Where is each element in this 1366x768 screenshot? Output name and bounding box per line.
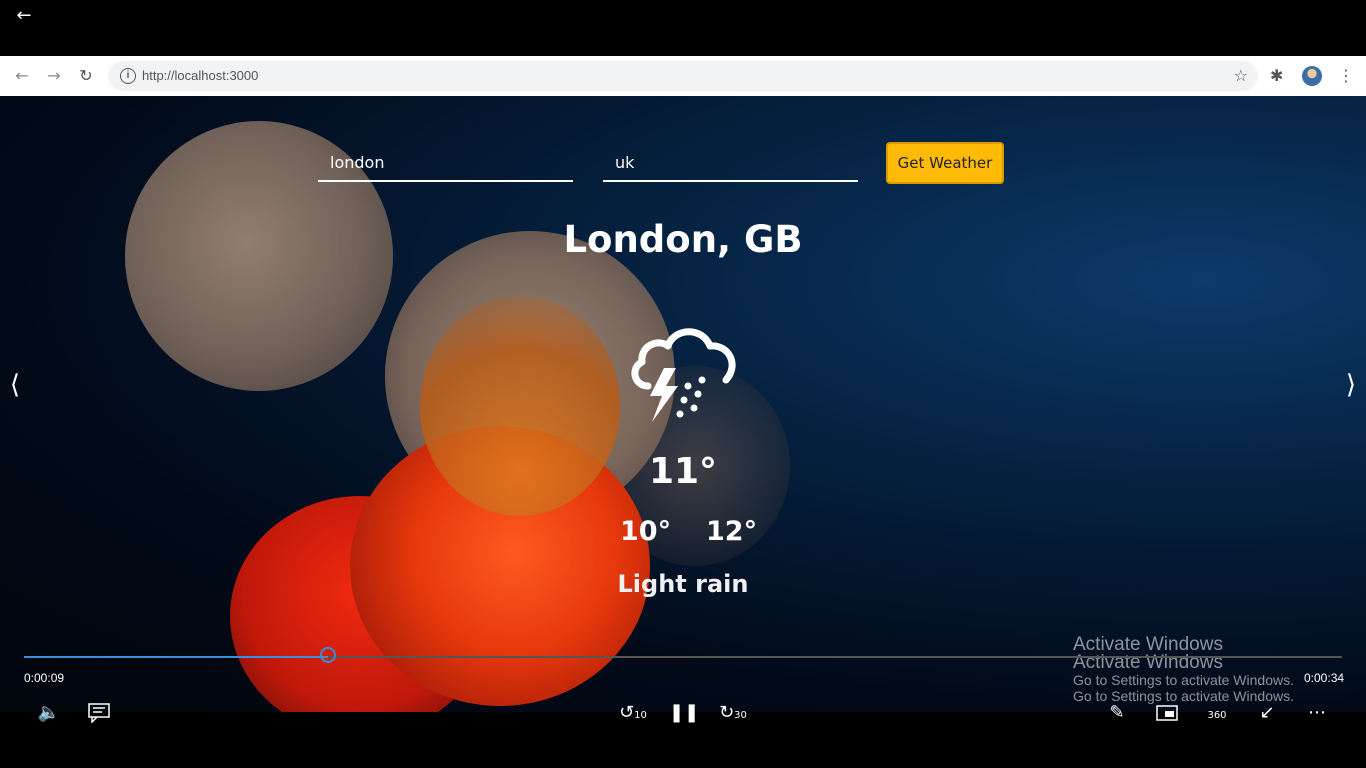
exit-fullscreen-icon: ↙ [1259,702,1275,723]
seek-bar[interactable] [24,647,1342,663]
activate-windows-watermark: Activate Windows Activate Windows Go to … [1073,635,1294,704]
rewind-icon: ↺ [619,702,635,723]
forward-seconds: 30 [734,710,747,721]
max-temperature: 12° [706,516,758,547]
view-360-button[interactable]: 360 [1203,700,1231,726]
chevron-right-icon: ⟩ [1345,370,1357,400]
mini-view-icon [1156,705,1178,721]
country-input[interactable] [603,146,858,178]
current-temperature: 11° [648,451,718,492]
pause-button[interactable]: ❚❚ [669,700,700,726]
extensions-puzzle-icon[interactable]: ✱ [1270,66,1283,85]
rewind-button[interactable]: ↺10 [619,700,647,726]
player-top-bar: ← [0,0,1366,56]
thunderstorm-rain-icon [631,328,736,422]
country-field[interactable] [603,146,858,182]
view-360-label: 360 [1207,710,1227,721]
weather-description: Light rain [617,570,749,598]
info-icon[interactable]: i [120,68,136,84]
address-bar[interactable]: i http://localhost:3000 ☆ [108,61,1258,91]
captions-button[interactable] [85,700,113,726]
current-time: 0:00:09 [24,671,65,685]
min-temperature: 10° [620,516,672,547]
browser-forward-button[interactable]: → [44,66,64,86]
more-dots-icon: ⋯ [1308,702,1326,723]
location-title: London, GB [563,218,803,261]
volume-button[interactable]: 🔈 [35,700,63,726]
tab-indicator [945,56,1110,59]
rewind-seconds: 10 [634,710,647,721]
forward-icon: ↻ [719,702,735,723]
edit-button[interactable]: ✎ [1103,700,1131,726]
more-options-button[interactable]: ⋯ [1303,700,1331,726]
captions-icon [88,703,110,724]
back-button[interactable]: ← [12,4,36,28]
speaker-icon: 🔈 [37,702,61,723]
reload-button[interactable]: ↻ [76,66,96,86]
reload-icon: ↻ [79,66,93,85]
watermark-subtitle: Go to Settings to activate Windows. [1073,672,1294,688]
pencil-icon: ✎ [1109,702,1125,723]
city-field[interactable] [318,146,573,182]
get-weather-button[interactable]: Get Weather [886,142,1004,184]
browser-toolbar: ← → ↻ i http://localhost:3000 ☆ [0,56,1366,96]
bookmark-star-icon[interactable]: ☆ [1234,66,1248,85]
browser-menu-button[interactable]: ⋮ [1338,66,1354,85]
browser-back-button[interactable]: ← [12,66,32,86]
seek-progress [24,656,329,658]
url-text[interactable]: http://localhost:3000 [142,68,258,83]
weather-app-page: Get Weather London, GB 11° 10° 12° Light… [0,96,1366,712]
profile-avatar[interactable] [1302,66,1322,86]
mini-view-button[interactable] [1153,700,1181,726]
forward-button[interactable]: ↻30 [719,700,747,726]
arrow-left-icon: ← [16,5,32,26]
arrow-right-icon: → [47,66,61,85]
arrow-left-icon: ← [15,66,29,85]
previous-item-button[interactable]: ⟨ [5,370,25,400]
total-time: 0:00:34 [1304,671,1345,685]
city-input[interactable] [318,146,573,178]
chevron-left-icon: ⟨ [9,370,21,400]
exit-fullscreen-button[interactable]: ↙ [1253,700,1281,726]
pause-icon: ❚❚ [669,702,700,723]
next-item-button[interactable]: ⟩ [1341,370,1361,400]
